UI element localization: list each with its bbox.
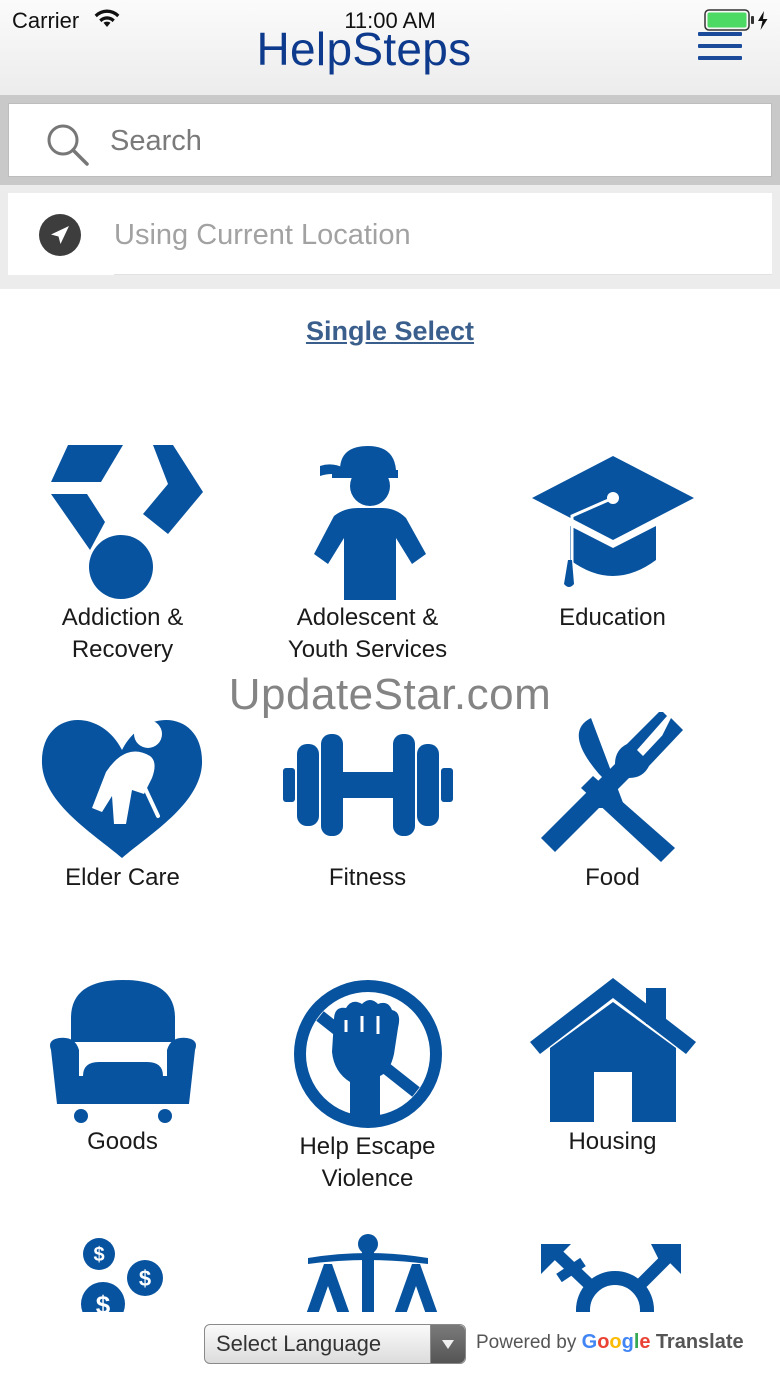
category-label: Elder Care bbox=[65, 864, 180, 891]
chevron-down-icon bbox=[430, 1325, 465, 1363]
category-food[interactable]: Food bbox=[490, 712, 735, 894]
google-logo: Google bbox=[581, 1331, 651, 1353]
graduation-cap-icon bbox=[531, 456, 694, 587]
app-title: HelpSteps bbox=[256, 23, 472, 75]
category-goods[interactable]: Goods bbox=[0, 976, 245, 1158]
watermark-text: UpdateStar.com bbox=[228, 670, 552, 719]
medal-icon bbox=[50, 445, 203, 599]
location-box[interactable] bbox=[8, 193, 772, 275]
svg-text:$: $ bbox=[138, 1266, 150, 1291]
category-lgbtq[interactable] bbox=[490, 1238, 735, 1312]
category-row-partial: $ $ $ bbox=[0, 1230, 780, 1312]
house-icon bbox=[529, 978, 696, 1122]
menu-icon bbox=[698, 32, 742, 36]
search-bar bbox=[0, 95, 780, 185]
search-box[interactable] bbox=[8, 103, 772, 177]
location-input[interactable] bbox=[112, 211, 756, 259]
category-label: Fitness bbox=[328, 864, 407, 891]
category-fitness[interactable]: Fitness bbox=[245, 712, 490, 894]
location-arrow-icon[interactable] bbox=[38, 213, 82, 257]
category-label: Help Escape Violence bbox=[299, 1133, 436, 1192]
elder-heart-icon bbox=[41, 719, 203, 858]
category-label: Adolescent & Youth Services bbox=[287, 604, 448, 663]
armchair-icon bbox=[49, 980, 196, 1123]
category-money[interactable]: $ $ $ bbox=[0, 1238, 245, 1312]
svg-text:$: $ bbox=[93, 1244, 104, 1266]
category-elder-care[interactable]: Elder Care bbox=[0, 712, 245, 894]
single-select-link[interactable]: Single Select bbox=[0, 316, 780, 347]
category-housing[interactable]: Housing bbox=[490, 976, 735, 1158]
category-label: Housing bbox=[568, 1128, 657, 1155]
no-violence-icon bbox=[293, 980, 442, 1128]
youth-icon bbox=[313, 446, 426, 600]
category-legal[interactable] bbox=[245, 1230, 490, 1312]
fork-knife-icon bbox=[540, 712, 683, 862]
gender-icon bbox=[540, 1244, 681, 1312]
category-label: Education bbox=[559, 604, 666, 631]
search-icon bbox=[47, 124, 89, 166]
menu-button[interactable] bbox=[696, 30, 744, 64]
category-label: Goods bbox=[87, 1128, 158, 1155]
location-bar bbox=[0, 185, 780, 289]
powered-by-label: Powered by bbox=[476, 1332, 577, 1353]
dumbbell-icon bbox=[283, 734, 453, 836]
category-label: Addiction & Recovery bbox=[61, 604, 184, 663]
category-adolescent-youth[interactable]: Adolescent & Youth Services bbox=[245, 442, 490, 666]
translate-bar: Select Language Powered by Google Transl… bbox=[0, 1312, 780, 1387]
language-select-label: Select Language bbox=[216, 1331, 382, 1356]
category-addiction-recovery[interactable]: Addiction & Recovery bbox=[0, 442, 245, 666]
category-help-escape-violence[interactable]: Help Escape Violence bbox=[245, 976, 490, 1195]
translate-label: Translate bbox=[655, 1331, 744, 1353]
scales-icon bbox=[306, 1234, 437, 1312]
svg-text:$: $ bbox=[95, 1290, 110, 1312]
language-select[interactable]: Select Language bbox=[204, 1324, 466, 1364]
app-header: Carrier 11:00 AM HelpSteps bbox=[0, 0, 780, 95]
money-icon: $ $ $ bbox=[80, 1238, 163, 1312]
category-education[interactable]: Education bbox=[490, 442, 735, 634]
powered-by-google-translate[interactable]: Powered by Google Translate bbox=[476, 1331, 744, 1354]
category-label: Food bbox=[585, 864, 640, 891]
search-input[interactable] bbox=[108, 117, 752, 165]
